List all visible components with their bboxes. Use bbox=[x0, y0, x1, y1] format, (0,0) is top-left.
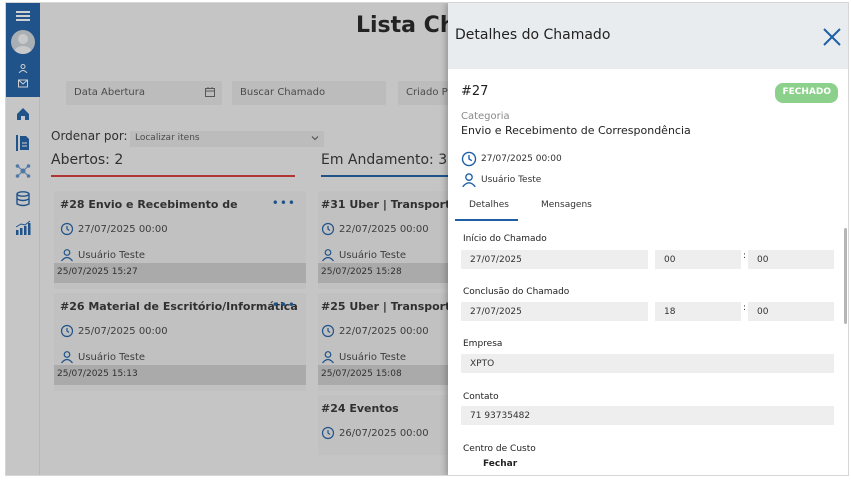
status-badge: FECHADO bbox=[775, 83, 838, 103]
ticket-number: #27 bbox=[461, 84, 489, 99]
tab-messages[interactable]: Mensagens bbox=[541, 200, 592, 210]
start-label: Início do Chamado bbox=[463, 234, 547, 244]
cost-center-label: Centro de Custo bbox=[463, 444, 536, 452]
panel-header: Detalhes do Chamado bbox=[448, 3, 848, 69]
panel-date-row: 27/07/2025 00:00 bbox=[461, 151, 562, 167]
active-tab-indicator bbox=[455, 219, 518, 221]
end-label: Conclusão do Chamado bbox=[463, 287, 570, 297]
company-input[interactable]: XPTO bbox=[461, 354, 834, 373]
panel-footer: Fechar bbox=[448, 452, 848, 475]
category-value: Envio e Recebimento de Correspondência bbox=[461, 124, 691, 137]
modal-backdrop[interactable] bbox=[6, 3, 448, 475]
panel-user: Usuário Teste bbox=[481, 175, 542, 185]
panel-date: 27/07/2025 00:00 bbox=[481, 154, 562, 164]
scrollbar[interactable] bbox=[844, 228, 847, 324]
panel-user-row: Usuário Teste bbox=[461, 172, 541, 188]
close-button[interactable]: Fechar bbox=[483, 459, 517, 469]
company-label: Empresa bbox=[463, 339, 503, 349]
tab-details[interactable]: Detalhes bbox=[469, 200, 509, 210]
close-icon[interactable] bbox=[822, 27, 842, 47]
end-date-input[interactable]: 27/07/2025 bbox=[461, 302, 648, 321]
start-date-input[interactable]: 27/07/2025 bbox=[461, 250, 648, 269]
time-separator: : bbox=[743, 303, 747, 313]
start-hour-input[interactable]: 00 bbox=[655, 250, 741, 269]
app-window: Lista Chamados Data Abertura Buscar Cham… bbox=[5, 2, 849, 476]
details-form: Início do Chamado 27/07/2025 00 : 00 Con… bbox=[448, 228, 840, 452]
clock-icon bbox=[461, 151, 477, 167]
time-separator: : bbox=[743, 251, 747, 261]
category-label: Categoria bbox=[461, 111, 510, 122]
end-minute-input[interactable]: 00 bbox=[748, 302, 834, 321]
contact-label: Contato bbox=[463, 392, 499, 402]
contact-input[interactable]: 71 93735482 bbox=[461, 406, 834, 425]
details-panel: Detalhes do Chamado #27 FECHADO Categori… bbox=[448, 3, 848, 475]
start-minute-input[interactable]: 00 bbox=[748, 250, 834, 269]
user-icon bbox=[462, 173, 476, 188]
end-hour-input[interactable]: 18 bbox=[655, 302, 741, 321]
panel-title: Detalhes do Chamado bbox=[455, 27, 611, 43]
